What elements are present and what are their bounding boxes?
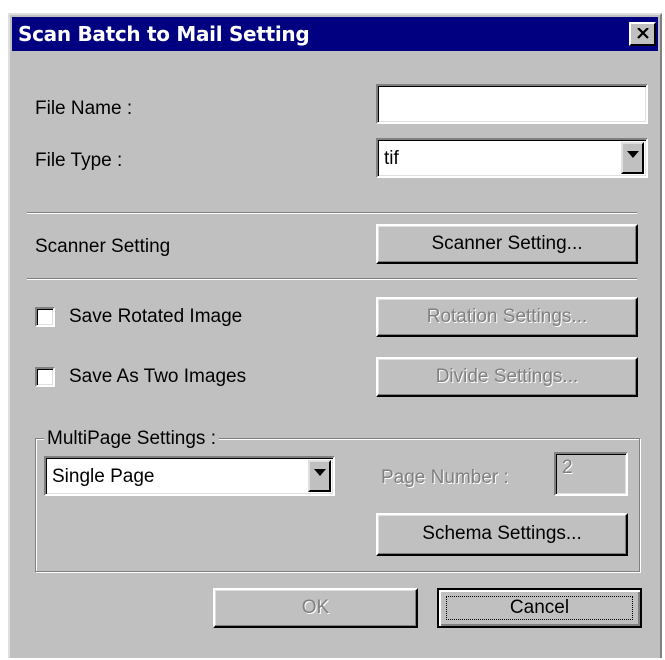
dropdown-arrow-icon [314,469,326,476]
title-bar[interactable]: Scan Batch to Mail Setting [12,17,658,51]
schema-settings-button[interactable]: Schema Settings... [376,513,628,556]
page-number-label: Page Number : [381,467,509,488]
multipage-dropdown-button[interactable] [308,460,331,492]
file-type-value: tif [384,148,399,169]
file-name-label: File Name : [35,98,132,120]
save-rotated-checkbox[interactable] [35,307,55,327]
separator [27,212,637,214]
save-two-images-checkbox[interactable] [35,367,55,387]
file-name-input[interactable] [376,84,648,124]
divide-settings-button[interactable]: Divide Settings... [376,357,638,397]
ok-button[interactable]: OK [213,588,418,628]
cancel-button[interactable]: Cancel [437,588,642,628]
save-rotated-label: Save Rotated Image [69,306,243,327]
page-number-value: 2 [562,457,573,478]
file-type-select[interactable]: tif [376,138,648,178]
save-two-images-label: Save As Two Images [69,366,247,387]
focus-ring [446,596,633,620]
scanner-setting-label: Scanner Setting [35,236,171,257]
multipage-select[interactable]: Single Page [44,456,335,496]
scanner-setting-button[interactable]: Scanner Setting... [376,224,638,264]
separator [27,278,637,280]
page-number-input[interactable]: 2 [554,452,628,496]
dropdown-arrow-icon [627,151,639,158]
close-button[interactable] [629,22,656,46]
multipage-group-label: MultiPage Settings : [44,428,219,450]
file-type-label: File Type : [35,150,123,171]
file-type-dropdown-button[interactable] [621,142,644,174]
multipage-selected-value: Single Page [52,466,155,487]
rotation-settings-button[interactable]: Rotation Settings... [376,297,638,337]
dialog-title: Scan Batch to Mail Setting [18,22,310,46]
file-name-label-text: File Name : [35,98,133,119]
close-icon [637,28,649,39]
